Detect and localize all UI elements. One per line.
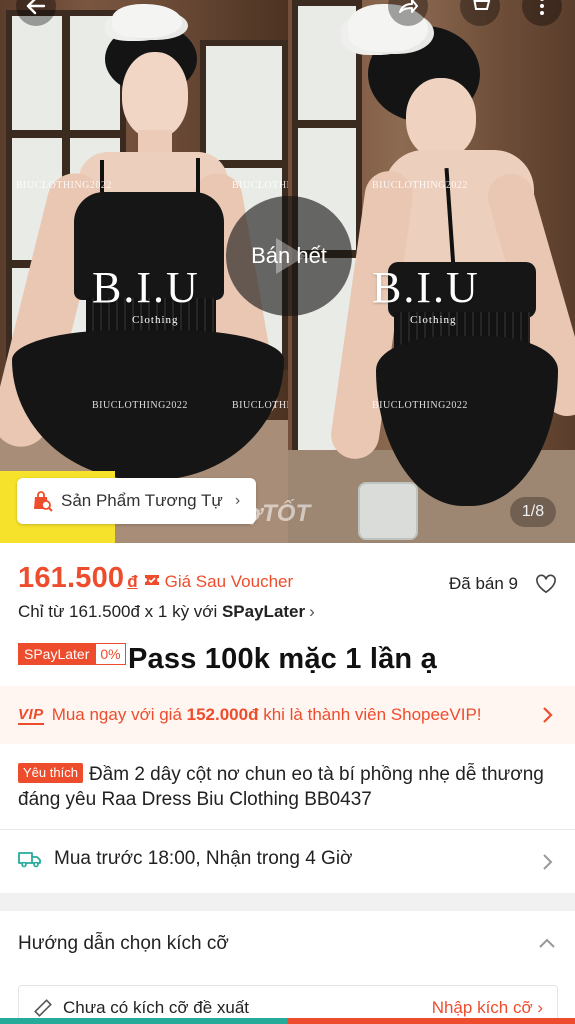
truck-icon (18, 852, 41, 868)
product-title-text: Đầm 2 dây cột nơ chun eo tà bí phồng nhẹ… (18, 764, 544, 810)
shopee-vip-banner[interactable]: VIP Mua ngay với giá 152.000đ khi là thà… (0, 686, 575, 744)
watermark: BIUCLOTHING2022 (232, 400, 288, 411)
cart-icon (473, 0, 491, 10)
brand-logo: B.I.U (372, 263, 480, 312)
paylater-tag-label: SPayLater (18, 643, 96, 665)
vip-text-suffix: khi là thành viên ShopeeVIP! (258, 705, 482, 724)
price-row: 161.500 đ Giá Sau Voucher (18, 562, 293, 595)
ruler-icon (34, 999, 52, 1017)
chevron-right-icon (543, 707, 553, 723)
shopping-bag-search-icon (34, 491, 53, 512)
sold-out-label: Bán hết (251, 243, 327, 268)
favorite-tag: Yêu thích (18, 763, 83, 783)
vip-price: 152.000đ (186, 705, 259, 724)
section-gap (0, 893, 575, 911)
watermark: BIUCLOTHING2022 (16, 180, 112, 191)
paylater-text: Chỉ từ 161.500đ x 1 kỳ với (18, 602, 222, 621)
price-currency: đ (127, 572, 138, 591)
paylater-row[interactable]: Chỉ từ 161.500đ x 1 kỳ với SPayLater › (18, 602, 315, 622)
chevron-up-icon[interactable] (537, 936, 557, 950)
seller-note: Pass 100k mặc 1 lần ạ (128, 643, 437, 675)
share-icon (399, 0, 418, 13)
heart-icon[interactable] (535, 574, 557, 594)
brand-logo: B.I.U (92, 263, 200, 312)
enter-size-link[interactable]: Nhập kích cỡ › (432, 998, 543, 1018)
product-image-gallery[interactable]: B.I.U Clothing BIUCLOTHING2022 BIUCLOTHI… (0, 0, 575, 543)
chevron-right-icon (543, 854, 553, 870)
watermark: BIUCLOTHING2022 (372, 400, 468, 411)
price-value: 161.500 (18, 562, 125, 594)
watermark: BIUCLOTHING2022 (92, 400, 188, 411)
paylater-tag-percent: 0% (95, 643, 126, 665)
more-vertical-icon (540, 0, 544, 15)
product-title: Yêu thích Đầm 2 dây cột nơ chun eo tà bí … (18, 762, 558, 812)
vip-text-prefix: Mua ngay với giá (51, 705, 187, 724)
watermark: BIUCLOTHING2022 (372, 180, 468, 191)
watermark: BIUCLOTHING2022 (232, 180, 288, 191)
paylater-brand: SPayLater (221, 602, 306, 621)
vip-badge: VIP (18, 705, 44, 725)
image-counter: 1/8 (510, 497, 556, 527)
sold-count: Đã bán 9 (449, 574, 518, 593)
delivery-row[interactable]: Mua trước 18:00, Nhận trong 4 Giờ (18, 848, 353, 870)
voucher-price-label: Giá Sau Voucher (164, 572, 294, 591)
video-play-button[interactable]: Bán hết (226, 196, 352, 316)
site-watermark: chợTỐT (218, 500, 311, 527)
arrow-left-icon (26, 0, 46, 15)
no-size-suggestion: Chưa có kích cỡ đề xuất (63, 998, 250, 1017)
delivery-text: Mua trước 18:00, Nhận trong 4 Giờ (54, 848, 353, 869)
similar-products-label: Sản Phẩm Tương Tự (61, 491, 223, 510)
chevron-right-icon: › (309, 602, 315, 621)
size-guide-title[interactable]: Hướng dẫn chọn kích cỡ (18, 933, 229, 955)
brand-sub-logo: Clothing (410, 314, 457, 326)
divider (0, 829, 575, 830)
bottom-stripe (0, 1018, 575, 1024)
brand-sub-logo: Clothing (132, 314, 179, 326)
voucher-icon (144, 575, 159, 585)
paylater-tag: SPayLater 0% (18, 643, 126, 665)
